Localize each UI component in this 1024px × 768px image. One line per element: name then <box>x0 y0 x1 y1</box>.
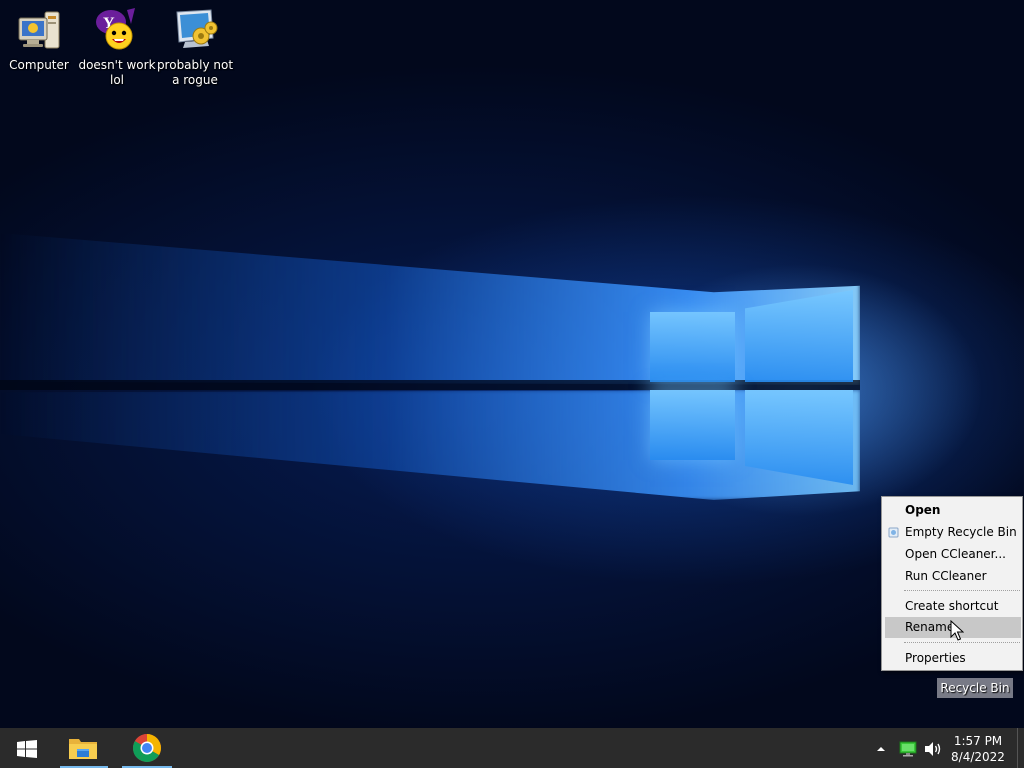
computer-icon <box>15 6 63 54</box>
clock-date: 8/4/2022 <box>951 750 1005 764</box>
wallpaper-window-pane <box>745 290 853 382</box>
wallpaper-window-pane <box>745 390 853 485</box>
taskbar <box>0 728 1024 768</box>
windows-logo-icon <box>17 740 37 758</box>
network-icon[interactable] <box>899 741 917 757</box>
show-hidden-icons-arrow[interactable] <box>874 744 888 754</box>
mouse-pointer-icon <box>950 620 964 641</box>
desktop-icon-computer[interactable]: Computer <box>0 0 78 73</box>
folder-icon <box>69 739 97 759</box>
desktop-icon-label: Computer <box>9 58 69 72</box>
clock-time: 1:57 PM <box>953 734 1003 748</box>
menu-item-run-ccleaner[interactable]: Run CCleaner <box>885 566 1021 587</box>
desktop[interactable]: Computer Y doesn't work lol probably not… <box>0 0 1024 728</box>
taskbar-clock[interactable]: 1:57 PM 8/4/2022 <box>948 733 1008 765</box>
taskbar-file-explorer[interactable] <box>56 728 112 768</box>
menu-separator <box>904 590 1020 591</box>
monitor-gears-icon <box>171 6 219 54</box>
menu-item-empty-recycle-bin[interactable]: Empty Recycle Bin <box>885 522 1021 543</box>
menu-item-open-ccleaner[interactable]: Open CCleaner... <box>885 544 1021 565</box>
wallpaper-window-pane <box>650 390 735 460</box>
recycle-bin-mini-icon <box>888 527 899 538</box>
context-menu: Open Empty Recycle Bin Open CCleaner... … <box>881 496 1023 671</box>
chrome-icon <box>133 734 161 762</box>
volume-icon[interactable] <box>923 740 943 758</box>
menu-item-properties[interactable]: Properties <box>885 648 1021 669</box>
desktop-icon-yahoo[interactable]: Y doesn't work lol <box>78 0 156 88</box>
yahoo-messenger-icon: Y <box>93 6 141 54</box>
show-desktop-button[interactable] <box>1017 728 1024 768</box>
menu-separator <box>904 642 1020 643</box>
desktop-icon-rogue[interactable]: probably not a rogue <box>156 0 234 88</box>
desktop-icon-label: Recycle Bin <box>937 678 1013 698</box>
desktop-icon-label: probably not a rogue <box>156 58 234 87</box>
desktop-icon-label: doesn't work lol <box>78 58 156 87</box>
wallpaper-window-pane <box>650 312 735 382</box>
menu-item-open[interactable]: Open <box>885 500 1021 521</box>
menu-item-create-shortcut[interactable]: Create shortcut <box>885 596 1021 617</box>
taskbar-google-chrome[interactable] <box>118 728 176 768</box>
start-button[interactable] <box>0 728 54 768</box>
